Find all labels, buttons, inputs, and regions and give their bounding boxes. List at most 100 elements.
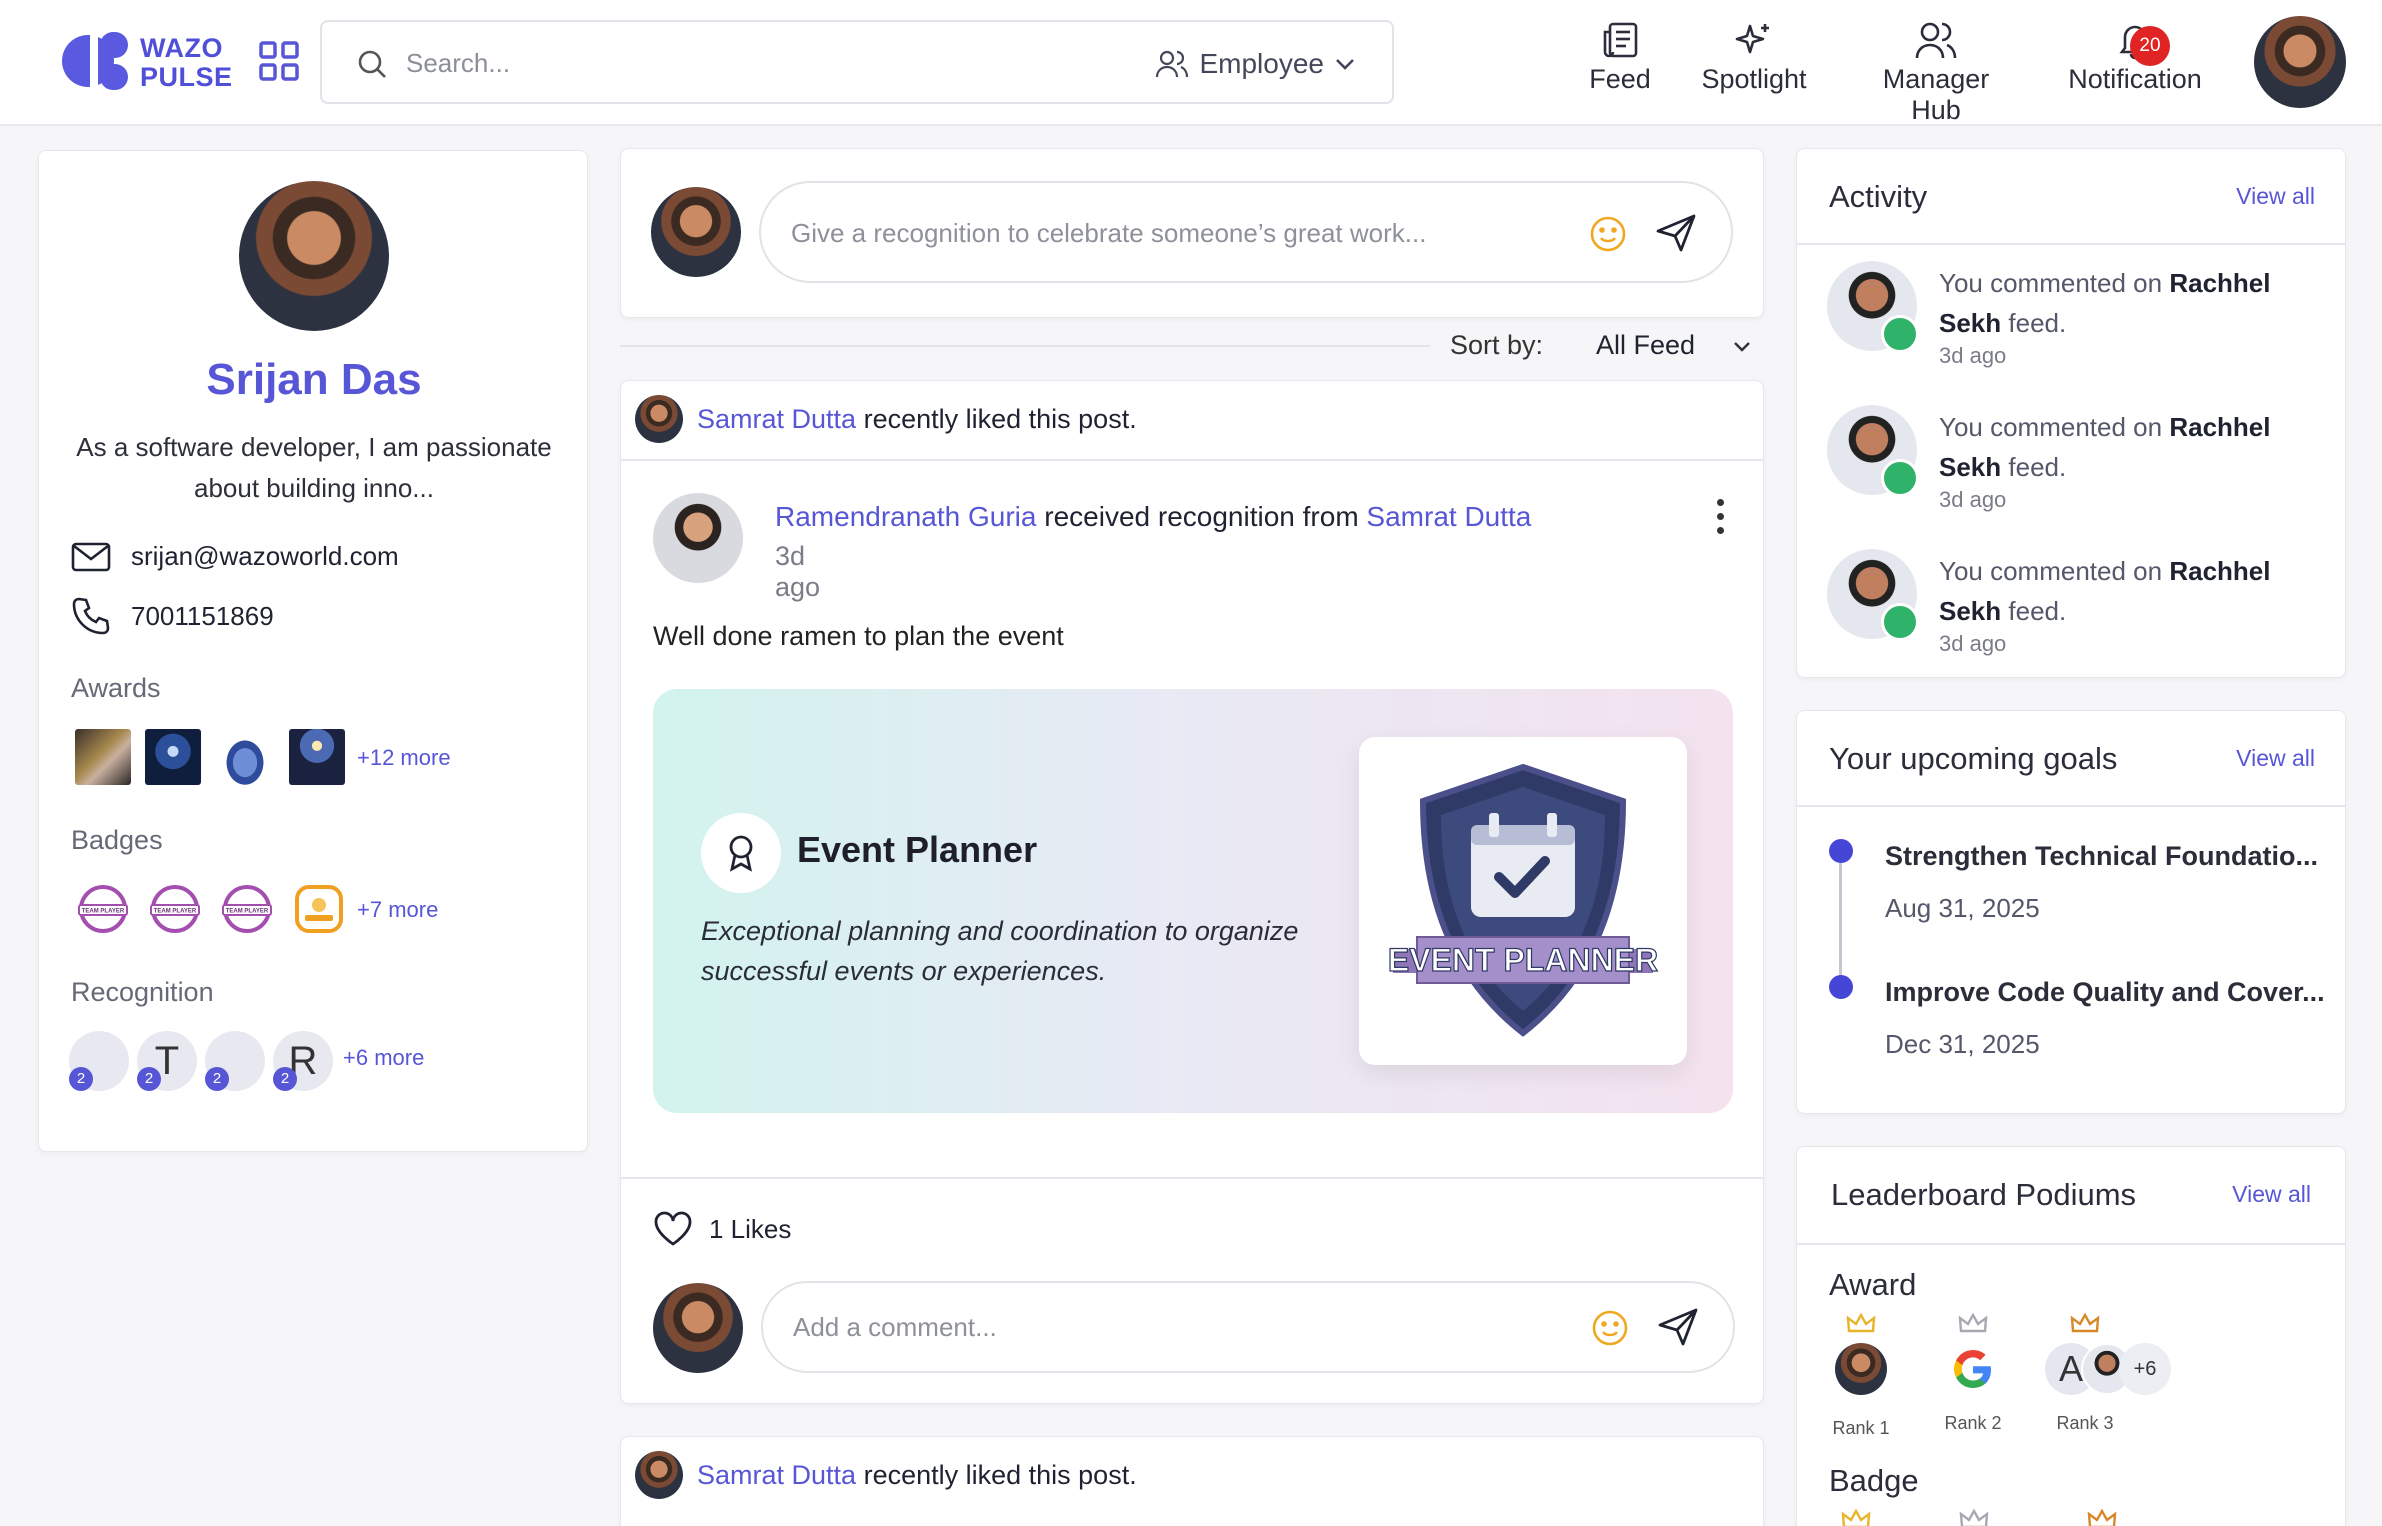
goals-title: Your upcoming goals — [1829, 741, 2118, 776]
brand-line1: WAZO — [140, 33, 223, 63]
profile-avatar — [239, 181, 389, 331]
card-divider — [1797, 243, 2345, 245]
profile-phone[interactable]: 7001151869 — [131, 601, 274, 632]
search-scope-label: Employee — [1199, 48, 1324, 79]
event-planner-badge: EVENT PLANNER — [1359, 737, 1687, 1065]
goal-title[interactable]: Improve Code Quality and Cover... — [1885, 977, 2325, 1008]
team-player-badge-icon[interactable]: TEAM PLAYER — [75, 881, 131, 937]
goal-dot — [1829, 839, 1853, 863]
liker-name[interactable]: Samrat Dutta — [697, 404, 856, 434]
rank-3-more[interactable]: +6 — [2119, 1343, 2171, 1395]
top-header: WAZO PULSE Employee Feed Spotlight — [0, 0, 2382, 126]
emoji-icon[interactable] — [1591, 1309, 1629, 1347]
award-thumbnail-4[interactable] — [289, 729, 345, 785]
recognition-input-pill — [759, 181, 1733, 283]
nav-feed[interactable]: Feed — [1588, 20, 1652, 106]
recognition-input[interactable] — [791, 211, 1551, 255]
search-icon — [358, 50, 386, 78]
send-icon[interactable] — [1657, 1307, 1699, 1347]
liker-avatar[interactable] — [635, 1451, 683, 1499]
award-podium-label: Award — [1829, 1267, 1917, 1302]
card-divider — [1797, 1243, 2345, 1245]
badges-label: Badges — [71, 825, 163, 855]
giver-name[interactable]: Samrat Dutta — [1366, 501, 1531, 532]
more-options-icon[interactable] — [1717, 499, 1725, 541]
user-avatar[interactable] — [2254, 16, 2346, 108]
app-grid-icon[interactable] — [258, 40, 300, 82]
sort-divider — [620, 345, 1430, 347]
nav-spotlight[interactable]: Spotlight — [1696, 20, 1812, 106]
recognition-title: Event Planner — [797, 829, 1038, 870]
emoji-icon[interactable] — [1589, 215, 1627, 253]
goal-date: Aug 31, 2025 — [1885, 893, 2040, 923]
recipient-name[interactable]: Ramendranath Guria — [775, 501, 1036, 532]
badge-text: TEAM PLAYER — [226, 909, 269, 915]
profile-card: Srijan Das As a software developer, I am… — [38, 150, 588, 1152]
liked-text: recently liked this post. — [863, 403, 1137, 434]
users-icon — [1915, 22, 1957, 59]
goal-title[interactable]: Strengthen Technical Foundatio... — [1885, 841, 2318, 872]
chevron-down-icon[interactable] — [1732, 340, 1752, 354]
recognition-description: Exceptional planning and coordination to… — [701, 916, 1299, 986]
award-thumbnail-1[interactable] — [75, 729, 131, 785]
recognition-count: 2 — [137, 1067, 161, 1091]
post-message: Well done ramen to plan the event — [653, 621, 1064, 651]
nav-notification[interactable]: Notification 20 — [2064, 20, 2206, 106]
rank-1-avatar — [1835, 1343, 1887, 1395]
team-player-badge-icon[interactable]: TEAM PLAYER — [219, 881, 275, 937]
award-thumbnail-2[interactable] — [145, 729, 201, 785]
crown-icon — [1959, 1509, 1989, 1526]
badge-text: TEAM PLAYER — [82, 909, 125, 915]
recognition-composer — [620, 148, 1764, 318]
post-divider — [621, 459, 1763, 461]
goals-view-all-link[interactable]: View all — [2236, 745, 2315, 772]
nav-manager-hub[interactable]: Manager Hub — [1856, 20, 2016, 125]
recognition-card: Event Planner Exceptional planning and c… — [653, 689, 1733, 1113]
chat-bubble-icon — [1881, 315, 1919, 353]
newspaper-icon — [1603, 22, 1638, 58]
activity-time: 3d ago — [1939, 487, 2007, 512]
comment-input[interactable] — [793, 1305, 1553, 1349]
activity-time: 3d ago — [1939, 631, 2007, 656]
profile-email[interactable]: srijan@wazoworld.com — [131, 541, 399, 572]
send-icon[interactable] — [1655, 213, 1697, 253]
badge-text: TEAM PLAYER — [154, 909, 197, 915]
rank-1-entry[interactable]: Rank 1 — [1821, 1313, 1901, 1439]
upcoming-goals-card: Your upcoming goals View all Strengthen … — [1796, 710, 2346, 1114]
badges-more-link[interactable]: +7 more — [357, 897, 438, 923]
goal-timeline — [1839, 851, 1842, 993]
awards-more-link[interactable]: +12 more — [357, 745, 451, 771]
sort-value[interactable]: All Feed — [1596, 330, 1695, 361]
recognition-count: 2 — [273, 1067, 297, 1091]
leaderboard-view-all-link[interactable]: View all — [2232, 1181, 2311, 1208]
wazo-logo-icon[interactable] — [60, 28, 130, 94]
innovator-badge-icon[interactable] — [291, 881, 347, 937]
profile-email-row: srijan@wazoworld.com — [71, 541, 399, 572]
search-scope-select[interactable]: Employee — [1155, 42, 1356, 86]
commenter-avatar — [653, 1283, 743, 1373]
mail-icon — [71, 542, 111, 571]
heart-icon[interactable] — [653, 1211, 693, 1247]
rank-2-entry[interactable]: Rank 2 — [1933, 1313, 2013, 1434]
sort-control: Sort by: All Feed — [1430, 326, 1764, 370]
crown-icon — [2070, 1313, 2100, 1333]
rank-label: Rank 1 — [1832, 1418, 1890, 1438]
activity-card: Activity View all You commented on Rachh… — [1796, 148, 2346, 678]
goal-dot — [1829, 975, 1853, 999]
sort-label: Sort by: — [1450, 330, 1544, 360]
likes-row: 1 Likes — [653, 1211, 791, 1247]
recognition-more-link[interactable]: +6 more — [343, 1045, 424, 1071]
sparkle-icon — [1735, 24, 1769, 54]
received-text: received recognition — [1044, 501, 1295, 532]
search-input[interactable] — [406, 40, 1066, 86]
chevron-down-icon — [1336, 59, 1354, 70]
recipient-avatar[interactable] — [653, 493, 743, 583]
rank-3-entry[interactable]: A +6 Rank 3 — [2045, 1313, 2175, 1434]
award-thumbnail-3[interactable] — [217, 729, 273, 785]
liker-name[interactable]: Samrat Dutta — [697, 1460, 856, 1490]
profile-name[interactable]: Srijan Das — [39, 355, 589, 405]
liker-avatar[interactable] — [635, 395, 683, 443]
activity-time: 3d ago — [1939, 343, 2007, 368]
activity-view-all-link[interactable]: View all — [2236, 183, 2315, 210]
team-player-badge-icon[interactable]: TEAM PLAYER — [147, 881, 203, 937]
